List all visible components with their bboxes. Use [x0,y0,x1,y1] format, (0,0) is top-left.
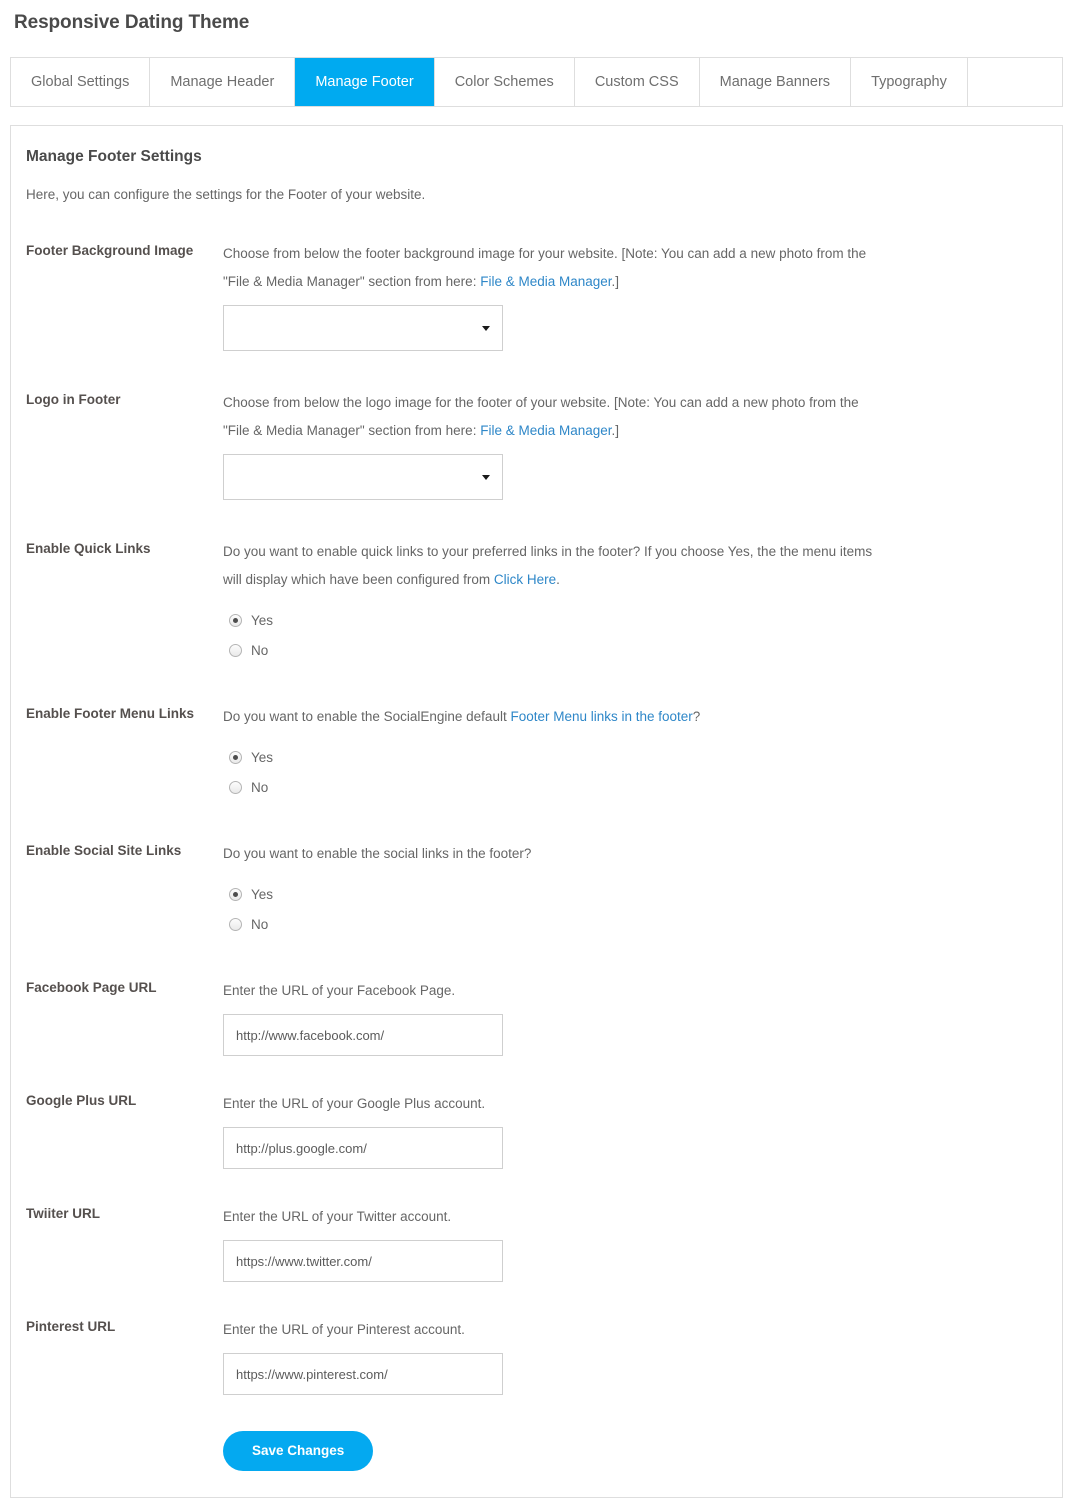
desc-text-1: Do you want to enable the SocialEngine d… [223,709,511,724]
google-plus-url-input[interactable] [223,1127,503,1169]
row-twitter-url: Twiiter URL Enter the URL of your Twitte… [11,1203,1062,1282]
tab-manage-footer[interactable]: Manage Footer [295,58,435,106]
chevron-down-icon [482,475,490,480]
row-pinterest-url: Pinterest URL Enter the URL of your Pint… [11,1316,1062,1395]
radio-label-yes: Yes [251,749,274,765]
save-changes-button[interactable]: Save Changes [223,1431,374,1471]
desc-enable-social-site-links: Do you want to enable the social links i… [223,846,532,861]
twitter-url-input[interactable] [223,1240,503,1282]
label-enable-social-site-links: Enable Social Site Links [26,843,182,858]
save-row: Save Changes [11,1431,1062,1471]
desc-enable-footer-menu-links: Do you want to enable the SocialEngine d… [223,703,883,731]
radio-label-no: No [251,916,269,932]
field-logo-in-footer: Choose from below the logo image for the… [223,389,1047,500]
field-twitter-url: Enter the URL of your Twitter account. [223,1203,1047,1282]
link-footer-menu-links[interactable]: Footer Menu links in the footer [510,709,692,724]
row-enable-quick-links: Enable Quick Links Do you want to enable… [11,538,1062,665]
tab-bar: Global Settings Manage Header Manage Foo… [10,57,1063,107]
tab-manage-banners[interactable]: Manage Banners [699,58,852,106]
link-click-here[interactable]: Click Here [494,572,556,587]
field-footer-background-image: Choose from below the footer background … [223,240,1047,351]
radio-option-footer-menu-no[interactable]: No [223,772,1047,802]
label-pinterest-url: Pinterest URL [26,1319,116,1334]
tab-global-settings[interactable]: Global Settings [11,58,151,106]
radio-option-social-links-yes[interactable]: Yes [223,879,1047,909]
label-facebook-page-url: Facebook Page URL [26,980,157,995]
panel-title: Manage Footer Settings [26,148,202,165]
field-pinterest-url: Enter the URL of your Pinterest account. [223,1316,1047,1395]
radio-option-quick-links-no[interactable]: No [223,635,1047,665]
desc-text-2: .] [611,274,620,289]
desc-text-2: .] [611,423,620,438]
pinterest-url-input[interactable] [223,1353,503,1395]
radio-label-no: No [251,642,269,658]
label-google-plus-url: Google Plus URL [26,1093,137,1108]
link-file-media-manager-2[interactable]: File & Media Manager [480,423,611,438]
radio-group-enable-quick-links: Yes No [223,605,1047,665]
radio-option-footer-menu-yes[interactable]: Yes [223,742,1047,772]
field-google-plus-url: Enter the URL of your Google Plus accoun… [223,1090,1047,1169]
chevron-down-icon [482,326,490,331]
tab-custom-css[interactable]: Custom CSS [574,58,700,106]
desc-text-2: ? [692,709,701,724]
label-enable-quick-links: Enable Quick Links [26,541,151,556]
select-logo-in-footer[interactable] [223,454,503,500]
panel-description: Here, you can configure the settings for… [26,187,426,202]
radio-option-quick-links-yes[interactable]: Yes [223,605,1047,635]
tab-bar-filler [967,58,1062,106]
field-enable-quick-links: Do you want to enable quick links to you… [223,538,1047,665]
radio-label-no: No [251,779,269,795]
radio-icon-checked[interactable] [229,613,242,627]
radio-label-yes: Yes [251,886,274,902]
field-facebook-page-url: Enter the URL of your Facebook Page. [223,977,1047,1056]
radio-icon-unchecked[interactable] [229,643,242,657]
select-footer-background-image[interactable] [223,305,503,351]
desc-footer-background-image: Choose from below the footer background … [223,240,883,296]
field-enable-social-site-links: Do you want to enable the social links i… [223,840,1047,939]
tab-manage-header[interactable]: Manage Header [150,58,296,106]
row-google-plus-url: Google Plus URL Enter the URL of your Go… [11,1090,1062,1169]
radio-group-enable-footer-menu-links: Yes No [223,742,1047,802]
radio-icon-checked[interactable] [229,750,242,764]
tab-color-schemes[interactable]: Color Schemes [434,58,575,106]
admin-page: Responsive Dating Theme Global Settings … [0,0,1073,1498]
desc-pinterest-url: Enter the URL of your Pinterest account. [223,1322,465,1337]
radio-icon-checked[interactable] [229,887,242,901]
desc-logo-in-footer: Choose from below the logo image for the… [223,389,883,445]
radio-group-enable-social-site-links: Yes No [223,879,1047,939]
radio-option-social-links-no[interactable]: No [223,909,1047,939]
row-facebook-page-url: Facebook Page URL Enter the URL of your … [11,977,1062,1056]
link-file-media-manager-1[interactable]: File & Media Manager [480,274,611,289]
row-enable-social-site-links: Enable Social Site Links Do you want to … [11,840,1062,939]
desc-google-plus-url: Enter the URL of your Google Plus accoun… [223,1096,486,1111]
label-logo-in-footer: Logo in Footer [26,392,121,407]
radio-icon-unchecked[interactable] [229,917,242,931]
tab-typography[interactable]: Typography [851,58,968,106]
radio-icon-unchecked[interactable] [229,780,242,794]
desc-facebook-page-url: Enter the URL of your Facebook Page. [223,983,456,998]
row-footer-background-image: Footer Background Image Choose from belo… [11,240,1062,351]
label-enable-footer-menu-links: Enable Footer Menu Links [26,706,195,721]
facebook-url-input[interactable] [223,1014,503,1056]
radio-label-yes: Yes [251,612,274,628]
label-footer-background-image: Footer Background Image [26,243,194,258]
row-enable-footer-menu-links: Enable Footer Menu Links Do you want to … [11,703,1062,802]
desc-twitter-url: Enter the URL of your Twitter account. [223,1209,452,1224]
settings-panel: Manage Footer Settings Here, you can con… [10,125,1063,1498]
desc-enable-quick-links: Do you want to enable quick links to you… [223,538,883,594]
page-title: Responsive Dating Theme [14,12,250,33]
desc-text-2: . [556,572,560,587]
field-enable-footer-menu-links: Do you want to enable the SocialEngine d… [223,703,1047,802]
label-twitter-url: Twiiter URL [26,1206,100,1221]
row-logo-in-footer: Logo in Footer Choose from below the log… [11,389,1062,500]
